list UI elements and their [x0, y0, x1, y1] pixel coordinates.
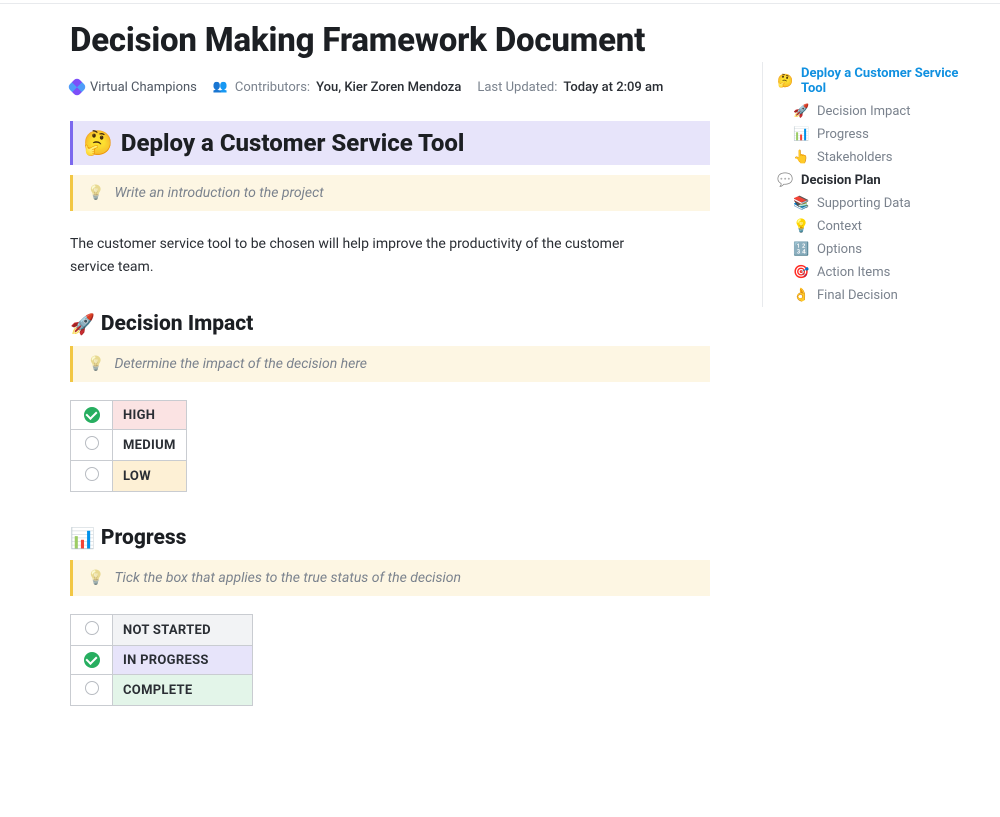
- progress-radio-cell[interactable]: [71, 615, 113, 646]
- heading-progress: 📊 Progress: [70, 526, 710, 550]
- progress-callout-text: Tick the box that applies to the true st…: [114, 570, 461, 586]
- check-circle-icon: [84, 407, 100, 423]
- radio-empty-icon: [85, 436, 99, 450]
- outline-item-label: Final Decision: [817, 288, 898, 303]
- progress-label-cell[interactable]: NOT STARTED: [113, 615, 253, 646]
- outline-emoji-icon: 📊: [793, 127, 809, 142]
- impact-label-cell[interactable]: LOW: [113, 461, 187, 492]
- thinking-face-icon: 🤔: [83, 129, 113, 157]
- impact-radio-cell[interactable]: [71, 461, 113, 492]
- contributors-value: You, Kier Zoren Mendoza: [316, 80, 461, 95]
- progress-label-cell[interactable]: IN PROGRESS: [113, 646, 253, 675]
- progress-row: NOT STARTED: [71, 615, 253, 646]
- outline-item[interactable]: 🔢 Options: [775, 238, 982, 261]
- outline-item[interactable]: 🚀 Decision Impact: [775, 100, 982, 123]
- heading-decision-impact: 🚀 Decision Impact: [70, 312, 710, 336]
- doc-meta-row: Virtual Champions Contributors: You, Kie…: [70, 79, 710, 95]
- progress-radio-cell[interactable]: [71, 675, 113, 706]
- impact-table: HIGHMEDIUMLOW: [70, 400, 187, 492]
- impact-row: MEDIUM: [71, 430, 187, 461]
- intro-body-text[interactable]: The customer service tool to be chosen w…: [70, 233, 670, 278]
- outline-emoji-icon: 🚀: [793, 104, 809, 119]
- impact-callout[interactable]: 💡 Determine the impact of the decision h…: [70, 346, 710, 382]
- heading-decision-impact-text: Decision Impact: [101, 312, 253, 336]
- outline-item[interactable]: 🤔 Deploy a Customer Service Tool: [775, 62, 982, 100]
- impact-label-cell[interactable]: MEDIUM: [113, 430, 187, 461]
- outline-item[interactable]: 💡 Context: [775, 215, 982, 238]
- outline-item-label: Progress: [817, 127, 869, 142]
- outline-emoji-icon: 🎯: [793, 265, 809, 280]
- bar-chart-icon: 📊: [70, 526, 95, 550]
- lightbulb-icon: 💡: [87, 570, 104, 586]
- outline-emoji-icon: 🤔: [777, 74, 793, 89]
- outline-item[interactable]: 📚 Supporting Data: [775, 192, 982, 215]
- outline-item-label: Stakeholders: [817, 150, 892, 165]
- progress-table: NOT STARTEDIN PROGRESSCOMPLETE: [70, 614, 253, 706]
- outline-item[interactable]: Decision Plan: [775, 169, 982, 192]
- heading-progress-text: Progress: [101, 526, 187, 550]
- outline-item-label: Decision Plan: [801, 173, 881, 188]
- workspace-chip[interactable]: Virtual Champions: [70, 80, 197, 95]
- section-banner-deploy: 🤔 Deploy a Customer Service Tool: [70, 121, 710, 165]
- outline-item-label: Supporting Data: [817, 196, 911, 211]
- outline-item[interactable]: 👌 Final Decision: [775, 284, 982, 307]
- impact-row: LOW: [71, 461, 187, 492]
- speech-bubble-icon: [777, 173, 793, 188]
- impact-radio-cell[interactable]: [71, 401, 113, 430]
- radio-empty-icon: [85, 621, 99, 635]
- outline-emoji-icon: 💡: [793, 219, 809, 234]
- outline-item[interactable]: 📊 Progress: [775, 123, 982, 146]
- outline-item[interactable]: 👆 Stakeholders: [775, 146, 982, 169]
- contributors-chip[interactable]: Contributors: You, Kier Zoren Mendoza: [213, 79, 461, 95]
- outline-emoji-icon: 👆: [793, 150, 809, 165]
- outline-item-label: Deploy a Customer Service Tool: [801, 66, 980, 96]
- lightbulb-icon: 💡: [87, 356, 104, 372]
- outline-item-label: Action Items: [817, 265, 890, 280]
- workspace-icon: [67, 77, 87, 97]
- progress-radio-cell[interactable]: [71, 646, 113, 675]
- contributors-label: Contributors:: [235, 80, 310, 95]
- impact-label-cell[interactable]: HIGH: [113, 401, 187, 430]
- outline-item[interactable]: 🎯 Action Items: [775, 261, 982, 284]
- outline-item-label: Decision Impact: [817, 104, 910, 119]
- progress-row: IN PROGRESS: [71, 646, 253, 675]
- progress-row: COMPLETE: [71, 675, 253, 706]
- last-updated-chip: Last Updated: Today at 2:09 am: [477, 80, 663, 95]
- progress-label-cell[interactable]: COMPLETE: [113, 675, 253, 706]
- progress-callout[interactable]: 💡 Tick the box that applies to the true …: [70, 560, 710, 596]
- impact-callout-text: Determine the impact of the decision her…: [114, 356, 367, 372]
- intro-callout[interactable]: 💡 Write an introduction to the project: [70, 175, 710, 211]
- outline-sidebar: 🤔 Deploy a Customer Service Tool 🚀 Decision…: [762, 62, 982, 307]
- workspace-name: Virtual Champions: [90, 80, 197, 95]
- radio-empty-icon: [85, 467, 99, 481]
- impact-row: HIGH: [71, 401, 187, 430]
- last-updated-label: Last Updated:: [477, 80, 557, 95]
- outline-emoji-icon: 👌: [793, 288, 809, 303]
- outline-emoji-icon: 🔢: [793, 242, 809, 257]
- rocket-icon: 🚀: [70, 312, 95, 336]
- contributors-icon: [213, 79, 229, 95]
- radio-empty-icon: [85, 681, 99, 695]
- section-banner-title: Deploy a Customer Service Tool: [121, 129, 464, 157]
- outline-emoji-icon: 📚: [793, 196, 809, 211]
- outline-item-label: Options: [817, 242, 862, 257]
- lightbulb-icon: 💡: [87, 185, 104, 201]
- intro-callout-text: Write an introduction to the project: [114, 185, 323, 201]
- outline-item-label: Context: [817, 219, 862, 234]
- page-title: Decision Making Framework Document: [70, 20, 710, 61]
- last-updated-value: Today at 2:09 am: [563, 80, 663, 95]
- impact-radio-cell[interactable]: [71, 430, 113, 461]
- check-circle-icon: [84, 652, 100, 668]
